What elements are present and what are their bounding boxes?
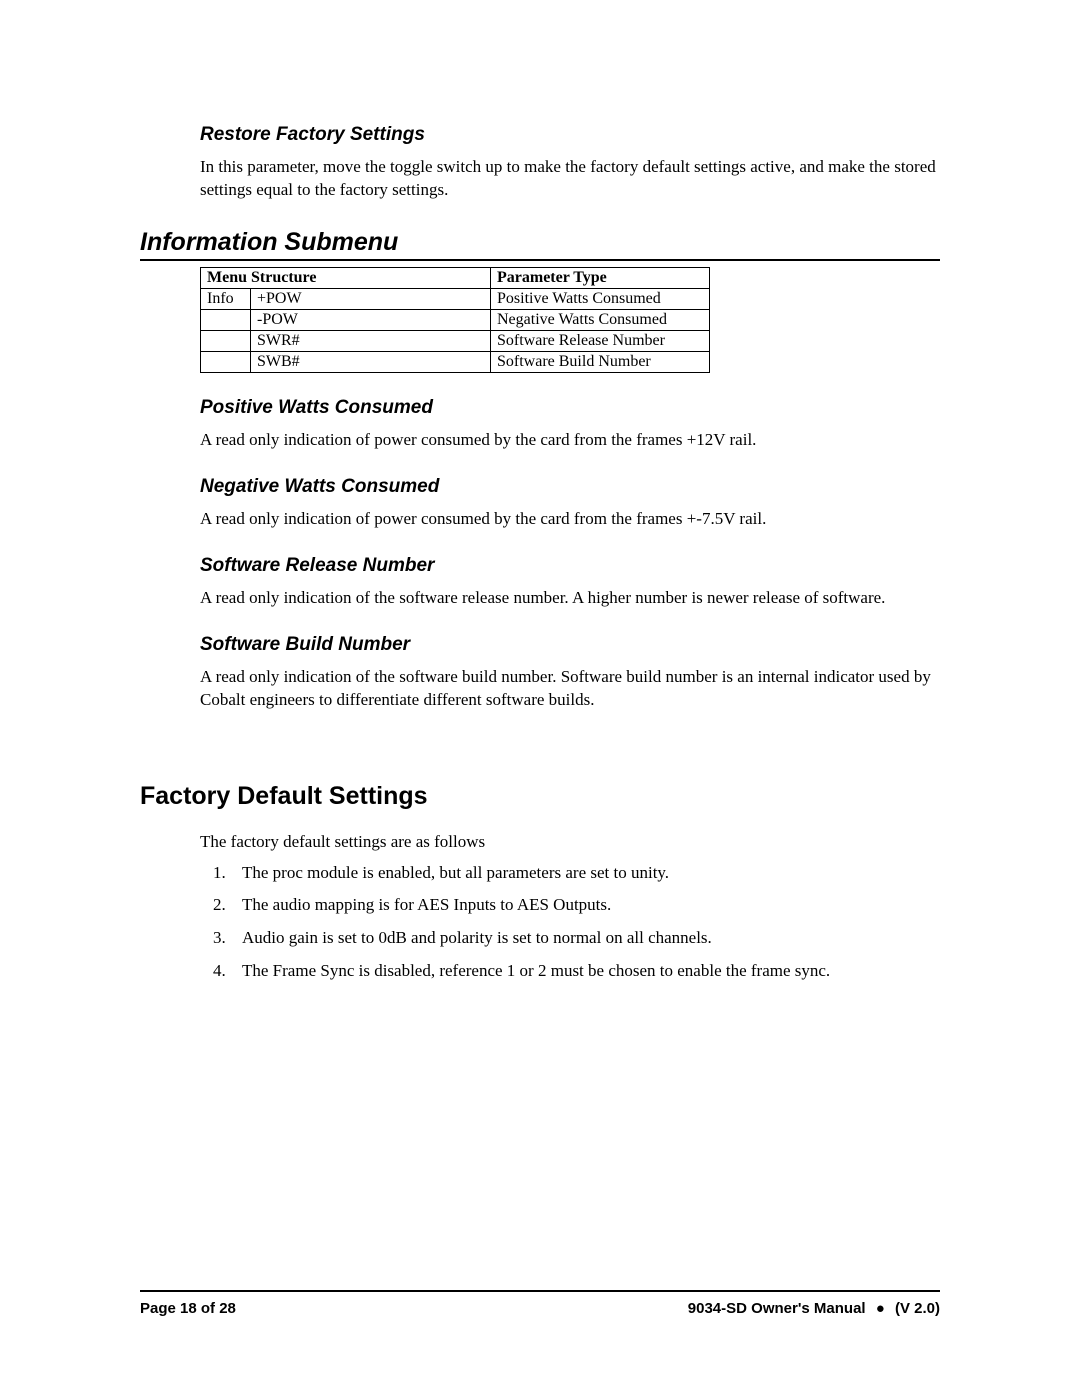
cell-code: +POW bbox=[251, 288, 491, 309]
list-item: The Frame Sync is disabled, reference 1 … bbox=[230, 960, 940, 983]
para-sw-build: A read only indication of the software b… bbox=[200, 666, 940, 712]
table-row: SWR# Software Release Number bbox=[201, 330, 710, 351]
table-row: SWB# Software Build Number bbox=[201, 351, 710, 372]
cell-code: -POW bbox=[251, 309, 491, 330]
footer-rule bbox=[140, 1290, 940, 1292]
cell-menu bbox=[201, 330, 251, 351]
footer-page-number: Page 18 of 28 bbox=[140, 1300, 236, 1317]
para-factory-intro: The factory default settings are as foll… bbox=[200, 831, 940, 854]
list-item: The proc module is enabled, but all para… bbox=[230, 862, 940, 885]
heading-restore-factory-settings: Restore Factory Settings bbox=[200, 124, 940, 146]
cell-param: Positive Watts Consumed bbox=[491, 288, 710, 309]
cell-code: SWB# bbox=[251, 351, 491, 372]
cell-menu bbox=[201, 309, 251, 330]
heading-sw-build: Software Build Number bbox=[200, 634, 940, 656]
cell-code: SWR# bbox=[251, 330, 491, 351]
list-item: Audio gain is set to 0dB and polarity is… bbox=[230, 927, 940, 950]
table-information-submenu: Menu Structure Parameter Type Info +POW … bbox=[200, 267, 710, 373]
cell-menu: Info bbox=[201, 288, 251, 309]
footer-manual-title: 9034-SD Owner's Manual bbox=[688, 1300, 866, 1317]
cell-param: Software Build Number bbox=[491, 351, 710, 372]
table-row: Info +POW Positive Watts Consumed bbox=[201, 288, 710, 309]
heading-information-submenu: Information Submenu bbox=[140, 228, 940, 261]
bullet-icon: ● bbox=[876, 1300, 885, 1317]
th-menu-structure: Menu Structure bbox=[201, 267, 491, 288]
table-row: -POW Negative Watts Consumed bbox=[201, 309, 710, 330]
para-negative-watts: A read only indication of power consumed… bbox=[200, 508, 940, 531]
page-footer: Page 18 of 28 9034-SD Owner's Manual ● (… bbox=[140, 1290, 940, 1317]
heading-negative-watts: Negative Watts Consumed bbox=[200, 476, 940, 498]
para-sw-release: A read only indication of the software r… bbox=[200, 587, 940, 610]
th-parameter-type: Parameter Type bbox=[491, 267, 710, 288]
list-factory-defaults: The proc module is enabled, but all para… bbox=[230, 862, 940, 984]
cell-menu bbox=[201, 351, 251, 372]
cell-param: Software Release Number bbox=[491, 330, 710, 351]
footer-right: 9034-SD Owner's Manual ● (V 2.0) bbox=[688, 1300, 940, 1317]
heading-positive-watts: Positive Watts Consumed bbox=[200, 397, 940, 419]
para-restore-body: In this parameter, move the toggle switc… bbox=[200, 156, 940, 202]
heading-factory-default-settings: Factory Default Settings bbox=[140, 782, 940, 811]
list-item: The audio mapping is for AES Inputs to A… bbox=[230, 894, 940, 917]
heading-sw-release: Software Release Number bbox=[200, 555, 940, 577]
footer-version: (V 2.0) bbox=[895, 1300, 940, 1317]
cell-param: Negative Watts Consumed bbox=[491, 309, 710, 330]
para-positive-watts: A read only indication of power consumed… bbox=[200, 429, 940, 452]
